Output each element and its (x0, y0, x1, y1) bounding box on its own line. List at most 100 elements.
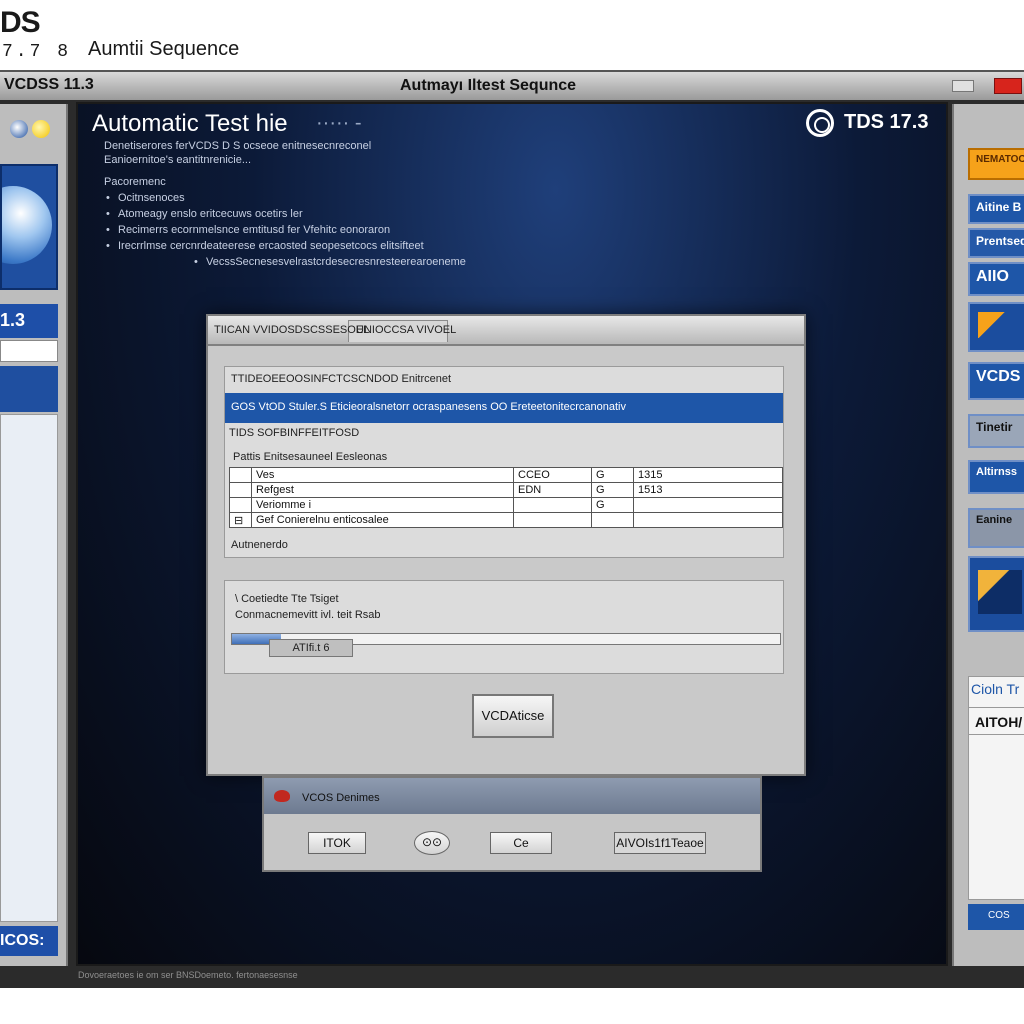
left-selected-item[interactable] (0, 366, 58, 412)
right-button-1[interactable]: NEMATOOEN (968, 148, 1024, 180)
vcds-confirm-dialog: VCOS Denimes ITOK ⊙⊙ Ce AIVOIs1f1Teaoe (262, 776, 762, 872)
round-toggle-button[interactable]: ⊙⊙ (414, 831, 450, 855)
right-button-4[interactable]: AIIO (968, 262, 1024, 296)
right-thumbnail-button[interactable] (968, 556, 1024, 632)
left-input-field[interactable] (0, 340, 58, 362)
tds-logo-icon (806, 109, 834, 137)
table-cell (633, 512, 783, 528)
table-row[interactable]: Ves CCEO G 1315 (229, 467, 783, 483)
center-bullet-item: VecssSecnesesvelrastcrdesecresnresteerea… (206, 256, 466, 268)
test-sequence-dialog: TIICAN VVIDOSDSCSSESOEL UNIOCCSA VIVOEL … (206, 314, 806, 776)
car-icon (274, 790, 290, 802)
bullet-dot: • (106, 224, 110, 236)
chevron-logo-icon (978, 312, 1018, 338)
test-status-group: \ Coetiedte Tte Tsiget Conmacnemevitt iv… (224, 580, 784, 674)
table-cell (229, 497, 252, 513)
right-list-panel[interactable]: Cioln Tr AITOH/ (968, 676, 1024, 900)
group-heading: TTIDEOEEOOSINFCTCSCNDOD Enitrcenet (231, 373, 452, 385)
table-cell: EDN (513, 482, 592, 498)
right-sidebar: NEMATOOEN Aitine B I Prentsed AIIO VCDS … (952, 104, 1024, 966)
right-button-9[interactable]: Eanine (968, 508, 1024, 548)
table-cell: Ves (251, 467, 514, 483)
dialog-tab-strip: TIICAN VVIDOSDSCSSESOEL UNIOCCSA VIVOEL (208, 316, 804, 346)
tab-second[interactable]: UNIOCCSA VIVOEL (356, 324, 456, 336)
left-sidebar: 1.3 ICOS: (0, 104, 68, 966)
globe-icon (2, 186, 52, 264)
table-cell: CCEO (513, 467, 592, 483)
center-desc-line: Denetiserores ferVCDS D S ocseoe enitnes… (104, 140, 372, 152)
globe-panel (0, 164, 58, 290)
main-window: VCDSS 11.3 Autmayı Iltest Sequnce 1.3 IC… (0, 70, 1024, 988)
left-list-panel[interactable] (0, 414, 58, 922)
window-app-name: VCDSS 11.3 (4, 76, 94, 93)
table-row[interactable]: Veriomme i G (229, 497, 783, 513)
minimize-button[interactable] (952, 80, 974, 92)
table-cell: Refgest (251, 482, 514, 498)
right-bottom-button[interactable]: COS (968, 904, 1024, 930)
auto-button[interactable]: ATIfi.t 6 (269, 639, 353, 657)
results-table: Ves CCEO G 1315 Refgest EDN G 1513 Verio… (229, 467, 783, 528)
table-cell (633, 497, 783, 513)
collapse-icon[interactable]: ⊟ (229, 512, 252, 528)
left-version-label: 1.3 (0, 304, 58, 338)
table-cell (591, 512, 634, 528)
table-cell: 1315 (633, 467, 783, 483)
blue-orb-icon[interactable] (10, 120, 28, 138)
table-cell: Veriomme i (251, 497, 514, 513)
window-titlebar[interactable]: VCDSS 11.3 Autmayı Iltest Sequnce (0, 72, 1024, 100)
table-row[interactable]: ⊟ Gef Conierelnu enticosalee (229, 512, 783, 528)
ok-button[interactable]: ITOK (308, 832, 366, 854)
thumbnail-image-icon (978, 570, 1022, 614)
auto-test-button[interactable]: AIVOIs1f1Teaoe (614, 832, 706, 854)
bullet-dot: • (106, 192, 110, 204)
table-cell: G (591, 467, 634, 483)
table-cell (229, 467, 252, 483)
table-row[interactable]: Refgest EDN G 1513 (229, 482, 783, 498)
status-line: Conmacnemevitt ivl. teit Rsab (235, 609, 381, 621)
tab-first[interactable]: TIICAN VVIDOSDSCSSESOEL (214, 324, 369, 336)
group-subheading: TIDS SOFBINFFEITFOSD (229, 427, 360, 439)
module-info-group: TTIDEOEEOOSINFCTCSCNDOD Enitrcenet GOS V… (224, 366, 784, 558)
right-list-item[interactable]: AITOH/ (969, 707, 1024, 735)
table-cell (229, 482, 252, 498)
page-header-title: Aumtii Sequence (88, 38, 240, 60)
right-list-item[interactable]: Cioln Tr (971, 681, 1019, 697)
left-bottom-label[interactable]: ICOS: (0, 926, 58, 956)
status-footer: Dovoeraetoes ie om ser BNSDoemeto. ferto… (78, 970, 298, 980)
right-button-vcds[interactable]: VCDS (968, 362, 1024, 400)
center-bullet-item: Atomeagy enslo eritcecuws ocetirs ler (118, 208, 303, 220)
center-heading-tail: ····· - (316, 112, 362, 134)
right-image-button[interactable] (968, 302, 1024, 352)
table-cell: G (591, 482, 634, 498)
status-line: \ Coetiedte Tte Tsiget (235, 593, 339, 605)
center-section-label: Pacoremenc (104, 176, 166, 188)
dialog-header: VCOS Denimes (264, 778, 760, 814)
table-cell: 1513 (633, 482, 783, 498)
center-bullet-item: Ocitnsenoces (118, 192, 185, 204)
bullet-dot: • (194, 256, 198, 268)
right-button-7[interactable]: Tinetir (968, 414, 1024, 448)
center-version-badge: TDS 17.3 (844, 111, 929, 133)
right-button-2[interactable]: Aitine B I (968, 194, 1024, 224)
window-title: Autmayı Iltest Sequnce (400, 77, 577, 94)
table-cell: G (591, 497, 634, 513)
center-bullet-item: Irecrrlmse cercnrdeateerese ercaosted se… (118, 240, 424, 252)
center-heading: Automatic Test hie (92, 110, 288, 137)
table-cell (513, 512, 592, 528)
bullet-dot: • (106, 240, 110, 252)
center-panel: Automatic Test hie ····· - TDS 17.3 Dene… (76, 102, 948, 980)
selected-module-row[interactable]: GOS VtOD Stuler.S Eticieoralsnetorr ocra… (225, 393, 783, 423)
cancel-button[interactable]: Ce (490, 832, 552, 854)
dialog-title: VCOS Denimes (302, 792, 380, 804)
app-logo: DS (0, 6, 41, 39)
table-cell: Gef Conierelnu enticosalee (251, 512, 514, 528)
bullet-dot: • (106, 208, 110, 220)
group-sublabel: Pattis Enitsesauneel Eesleonas (233, 451, 388, 463)
right-button-8[interactable]: Altirnss (968, 460, 1024, 494)
right-button-3[interactable]: Prentsed (968, 228, 1024, 258)
group-footer-label: Autnenerdo (231, 539, 288, 551)
yellow-orb-icon[interactable] (32, 120, 51, 138)
close-button[interactable] (994, 78, 1022, 94)
center-desc-line: Eanioernitoe's eantitnrenicie... (104, 154, 252, 166)
vcds-action-button[interactable]: VCDAticse (472, 694, 554, 738)
